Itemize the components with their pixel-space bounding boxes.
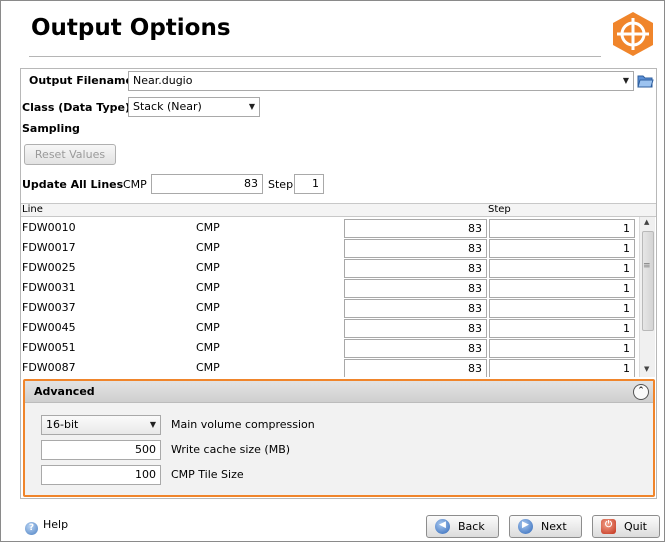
row-step-input[interactable]: 1 — [489, 339, 635, 358]
table-row: FDW0087 CMP 83 1 — [21, 358, 637, 377]
row-line-name: FDW0017 — [22, 241, 76, 254]
class-type-value: Stack (Near) — [133, 100, 202, 113]
row-line-name: FDW0025 — [22, 261, 76, 274]
compression-value: 16-bit — [46, 418, 79, 431]
output-filename-label: Output Filename — [29, 74, 133, 87]
next-label: Next — [541, 520, 567, 533]
row-type: CMP — [196, 221, 220, 234]
chevron-down-icon: ▼ — [149, 420, 156, 429]
row-step-input[interactable]: 1 — [489, 359, 635, 377]
back-arrow-icon: ◀ — [435, 519, 450, 534]
row-type: CMP — [196, 341, 220, 354]
compression-label: Main volume compression — [171, 418, 315, 431]
update-all-lines-label: Update All Lines — [22, 178, 124, 191]
row-cmp-input[interactable]: 83 — [344, 279, 487, 298]
row-type: CMP — [196, 301, 220, 314]
table-row: FDW0025 CMP 83 1 — [21, 258, 637, 278]
power-icon: ⏻ — [601, 519, 616, 534]
table-header: Line Step — [21, 203, 656, 217]
help-icon: ? — [25, 522, 38, 535]
column-header-step: Step — [488, 204, 511, 215]
row-cmp-input[interactable]: 83 — [344, 359, 487, 377]
row-line-name: FDW0045 — [22, 321, 76, 334]
row-type: CMP — [196, 321, 220, 334]
table-scrollbar[interactable]: ▲ ≡ ▼ — [639, 217, 655, 377]
class-type-label: Class (Data Type) — [22, 101, 131, 114]
row-step-input[interactable]: 1 — [489, 279, 635, 298]
chevron-down-icon: ▼ — [248, 102, 255, 111]
row-type: CMP — [196, 281, 220, 294]
crosshair-icon — [613, 12, 653, 56]
table-row: FDW0017 CMP 83 1 — [21, 238, 637, 258]
back-label: Back — [458, 520, 485, 533]
table-row: FDW0051 CMP 83 1 — [21, 338, 637, 358]
reset-values-button[interactable]: Reset Values — [24, 144, 116, 165]
chevron-down-icon: ▼ — [622, 76, 629, 85]
row-step-input[interactable]: 1 — [489, 319, 635, 338]
row-cmp-input[interactable]: 83 — [344, 219, 487, 238]
row-cmp-input[interactable]: 83 — [344, 319, 487, 338]
update-all-step-input[interactable]: 1 — [294, 174, 324, 194]
tile-size-input[interactable]: 100 — [41, 465, 161, 485]
lines-table: Line Step FDW0010 CMP 83 1 FDW0017 CMP 83 1 FDW0… — [21, 203, 656, 377]
table-row: FDW0010 CMP 83 1 — [21, 218, 637, 238]
row-step-input[interactable]: 1 — [489, 219, 635, 238]
row-type: CMP — [196, 361, 220, 374]
row-cmp-input[interactable]: 83 — [344, 339, 487, 358]
open-folder-icon[interactable] — [637, 72, 654, 89]
row-line-name: FDW0010 — [22, 221, 76, 234]
table-row: FDW0045 CMP 83 1 — [21, 318, 637, 338]
row-type: CMP — [196, 241, 220, 254]
update-all-type: CMP — [123, 178, 147, 191]
row-line-name: FDW0031 — [22, 281, 76, 294]
grip-icon: ≡ — [643, 261, 651, 271]
row-cmp-input[interactable]: 83 — [344, 239, 487, 258]
scrollbar-thumb[interactable] — [642, 231, 654, 331]
row-cmp-input[interactable]: 83 — [344, 299, 487, 318]
column-header-line: Line — [22, 204, 43, 215]
scroll-up-icon[interactable]: ▲ — [644, 218, 649, 226]
advanced-title: Advanced — [34, 385, 95, 398]
options-panel: Output Filename Near.dugio ▼ Class (Data… — [20, 68, 657, 499]
update-all-cmp-input[interactable]: 83 — [151, 174, 263, 194]
help-link[interactable]: ? Help — [25, 518, 68, 535]
next-button[interactable]: ▶ Next — [509, 515, 582, 538]
update-all-step-label: Step — [268, 178, 294, 191]
advanced-section: Advanced ⌃ 16-bit ▼ Main volume compress… — [23, 379, 655, 497]
title-divider — [29, 56, 601, 57]
advanced-header[interactable]: Advanced ⌃ — [25, 381, 653, 403]
back-button[interactable]: ◀ Back — [426, 515, 499, 538]
collapse-icon[interactable]: ⌃ — [633, 384, 649, 400]
row-step-input[interactable]: 1 — [489, 299, 635, 318]
row-line-name: FDW0087 — [22, 361, 76, 374]
compression-select[interactable]: 16-bit ▼ — [41, 415, 161, 435]
output-options-window: Output Options Output Filename Near.dugi… — [0, 0, 665, 542]
write-cache-label: Write cache size (MB) — [171, 443, 291, 456]
row-step-input[interactable]: 1 — [489, 259, 635, 278]
quit-button[interactable]: ⏻ Quit — [592, 515, 660, 538]
row-line-name: FDW0051 — [22, 341, 76, 354]
row-type: CMP — [196, 261, 220, 274]
tile-size-label: CMP Tile Size — [171, 468, 244, 481]
output-filename-combo[interactable]: Near.dugio ▼ — [128, 71, 634, 91]
output-filename-value: Near.dugio — [133, 74, 193, 87]
scroll-down-icon[interactable]: ▼ — [644, 365, 649, 373]
help-label: Help — [43, 518, 69, 531]
table-row: FDW0037 CMP 83 1 — [21, 298, 637, 318]
row-step-input[interactable]: 1 — [489, 239, 635, 258]
table-row: FDW0031 CMP 83 1 — [21, 278, 637, 298]
quit-label: Quit — [624, 520, 647, 533]
next-arrow-icon: ▶ — [518, 519, 533, 534]
row-line-name: FDW0037 — [22, 301, 76, 314]
class-type-select[interactable]: Stack (Near) ▼ — [128, 97, 260, 117]
row-cmp-input[interactable]: 83 — [344, 259, 487, 278]
page-title: Output Options — [31, 15, 231, 41]
sampling-label: Sampling — [22, 122, 80, 135]
write-cache-input[interactable]: 500 — [41, 440, 161, 460]
